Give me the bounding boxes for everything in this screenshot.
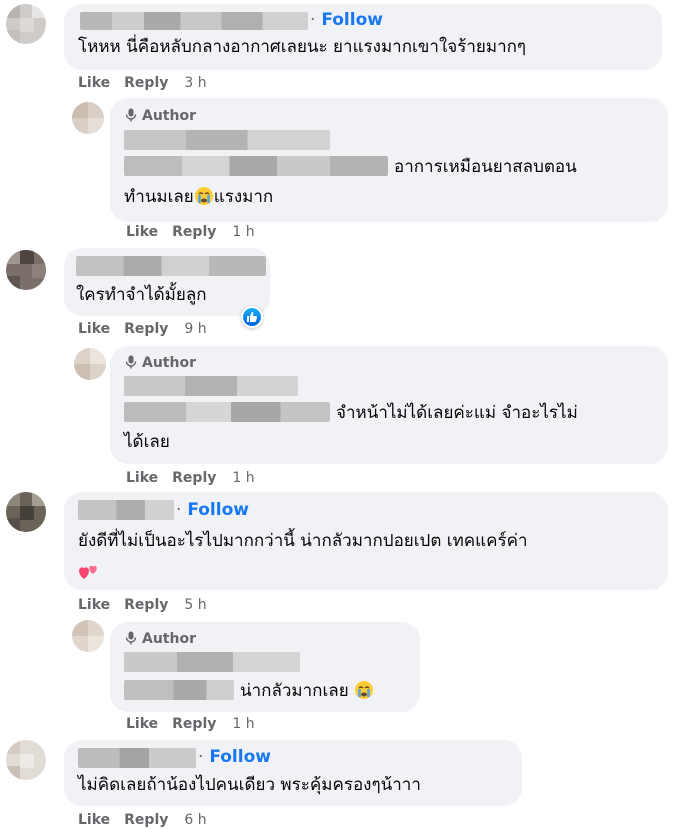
crying-face-icon <box>194 186 214 216</box>
comment-text: ไม่คิดเลยถ้าน้องไปคนเดียว พระคุ้มครองๆน้… <box>78 775 421 795</box>
avatar[interactable] <box>72 620 104 652</box>
reply-button[interactable]: Reply <box>124 812 168 828</box>
avatar[interactable] <box>6 740 46 780</box>
avatar[interactable] <box>6 4 46 44</box>
comment-actions: Like Reply 3 h <box>78 75 207 91</box>
like-button[interactable]: Like <box>78 75 110 91</box>
blurred-username[interactable] <box>124 376 298 396</box>
avatar[interactable] <box>72 102 104 134</box>
microphone-icon <box>125 108 137 122</box>
comment-actions: Like Reply 5 h <box>78 597 207 613</box>
blurred-username[interactable] <box>76 256 266 276</box>
blurred-text <box>124 402 330 422</box>
reply-button[interactable]: Reply <box>124 75 168 91</box>
avatar[interactable] <box>6 492 46 532</box>
like-button[interactable]: Like <box>126 470 158 486</box>
like-button[interactable]: Like <box>78 812 110 828</box>
reply-text: ทำนมเลย แรงมาก <box>124 182 273 216</box>
reply-button[interactable]: Reply <box>172 224 216 240</box>
reply-actions: Like Reply 1 h <box>126 470 255 486</box>
timestamp[interactable]: 6 h <box>184 812 206 828</box>
reply-button[interactable]: Reply <box>124 321 168 337</box>
comment-actions: Like Reply 6 h <box>78 812 207 828</box>
timestamp[interactable]: 9 h <box>184 321 206 337</box>
blurred-text <box>124 680 234 700</box>
blurred-username[interactable] <box>78 500 174 520</box>
follow-button[interactable]: · Follow <box>310 10 383 30</box>
blurred-username[interactable] <box>80 12 308 30</box>
reply-button[interactable]: Reply <box>172 470 216 486</box>
follow-button[interactable]: · Follow <box>198 747 271 767</box>
reply-actions: Like Reply 1 h <box>126 716 255 732</box>
blurred-username[interactable] <box>78 748 196 768</box>
reply-text: อาการเหมือนยาสลบตอน <box>394 157 577 177</box>
author-badge: Author <box>124 631 196 647</box>
two-hearts-icon <box>78 562 100 586</box>
comment-text: โหหห นี่คือหลับกลางอากาศเลยนะ ยาแรงมากเข… <box>78 37 527 57</box>
reply-text: จำหน้าไม่ได้เลยค่ะแม่ จำอะไรไม่ <box>336 403 578 423</box>
like-reaction-icon[interactable] <box>241 306 263 328</box>
follow-button[interactable]: · Follow <box>176 500 249 520</box>
author-badge: Author <box>124 355 196 371</box>
like-button[interactable]: Like <box>126 716 158 732</box>
crying-face-icon <box>354 680 374 710</box>
author-badge: Author <box>124 108 196 124</box>
microphone-icon <box>125 355 137 369</box>
microphone-icon <box>125 631 137 645</box>
comment-text: ยังดีที่ไม่เป็นอะไรไปมากกว่านี้ น่ากลัวม… <box>78 531 528 551</box>
like-button[interactable]: Like <box>78 321 110 337</box>
reply-button[interactable]: Reply <box>124 597 168 613</box>
timestamp[interactable]: 1 h <box>232 470 254 486</box>
reply-text: น่ากลัวมากเลย <box>240 676 374 710</box>
comment-text: ใครทำจำได้มั้ยลูก <box>76 285 207 305</box>
comment-actions: Like Reply 9 h <box>78 321 207 337</box>
avatar[interactable] <box>6 250 46 290</box>
timestamp[interactable]: 1 h <box>232 224 254 240</box>
avatar[interactable] <box>74 348 106 380</box>
timestamp[interactable]: 3 h <box>184 75 206 91</box>
reply-button[interactable]: Reply <box>172 716 216 732</box>
blurred-text <box>124 156 388 176</box>
reply-actions: Like Reply 1 h <box>126 224 255 240</box>
like-button[interactable]: Like <box>126 224 158 240</box>
timestamp[interactable]: 5 h <box>184 597 206 613</box>
blurred-username[interactable] <box>124 652 300 672</box>
reply-text: ได้เลย <box>124 432 170 452</box>
timestamp[interactable]: 1 h <box>232 716 254 732</box>
like-button[interactable]: Like <box>78 597 110 613</box>
blurred-username[interactable] <box>124 130 330 150</box>
